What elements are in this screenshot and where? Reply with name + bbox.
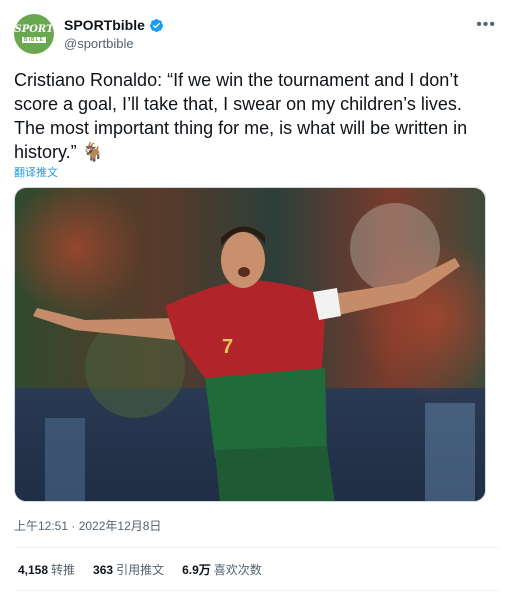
divider <box>14 547 500 548</box>
likes-stat[interactable]: 6.9万 喜欢次数 <box>182 561 262 578</box>
tweet-header: SPORT BIBLE SPORTbible @sportbible ••• <box>14 14 500 58</box>
avatar[interactable]: SPORT BIBLE <box>14 14 54 54</box>
account-name-row[interactable]: SPORTbible <box>64 17 164 33</box>
svg-text:7: 7 <box>222 336 233 358</box>
translate-link[interactable]: 翻译推文 <box>14 164 58 180</box>
quotes-stat[interactable]: 363 引用推文 <box>93 561 164 578</box>
avatar-text-bottom: BIBLE <box>22 37 46 43</box>
likes-count: 6.9万 <box>182 563 211 577</box>
tweet-timestamp[interactable]: 上午12:51 · 2022年12月8日 <box>14 517 161 534</box>
tweet-photo[interactable]: 7 <box>14 187 486 502</box>
retweets-count: 4,158 <box>18 563 49 577</box>
likes-label: 喜欢次数 <box>213 563 262 577</box>
more-options-icon[interactable]: ••• <box>476 16 496 34</box>
quotes-label: 引用推文 <box>116 563 165 577</box>
account-handle[interactable]: @sportbible <box>64 36 134 51</box>
engagement-stats: 4,158 转推 363 引用推文 6.9万 喜欢次数 <box>18 561 262 578</box>
tweet-card: SPORT BIBLE SPORTbible @sportbible ••• C… <box>0 0 514 600</box>
retweets-stat[interactable]: 4,158 转推 <box>18 561 75 578</box>
avatar-text-top: SPORT <box>14 24 54 35</box>
verified-badge-icon <box>149 18 163 32</box>
retweets-label: 转推 <box>51 563 76 577</box>
account-name[interactable]: SPORTbible <box>64 17 145 33</box>
divider <box>14 590 500 591</box>
quotes-count: 363 <box>93 563 114 577</box>
player-celebration-image: 7 <box>15 188 485 501</box>
tweet-text: Cristiano Ronaldo: “If we win the tourna… <box>14 70 468 162</box>
